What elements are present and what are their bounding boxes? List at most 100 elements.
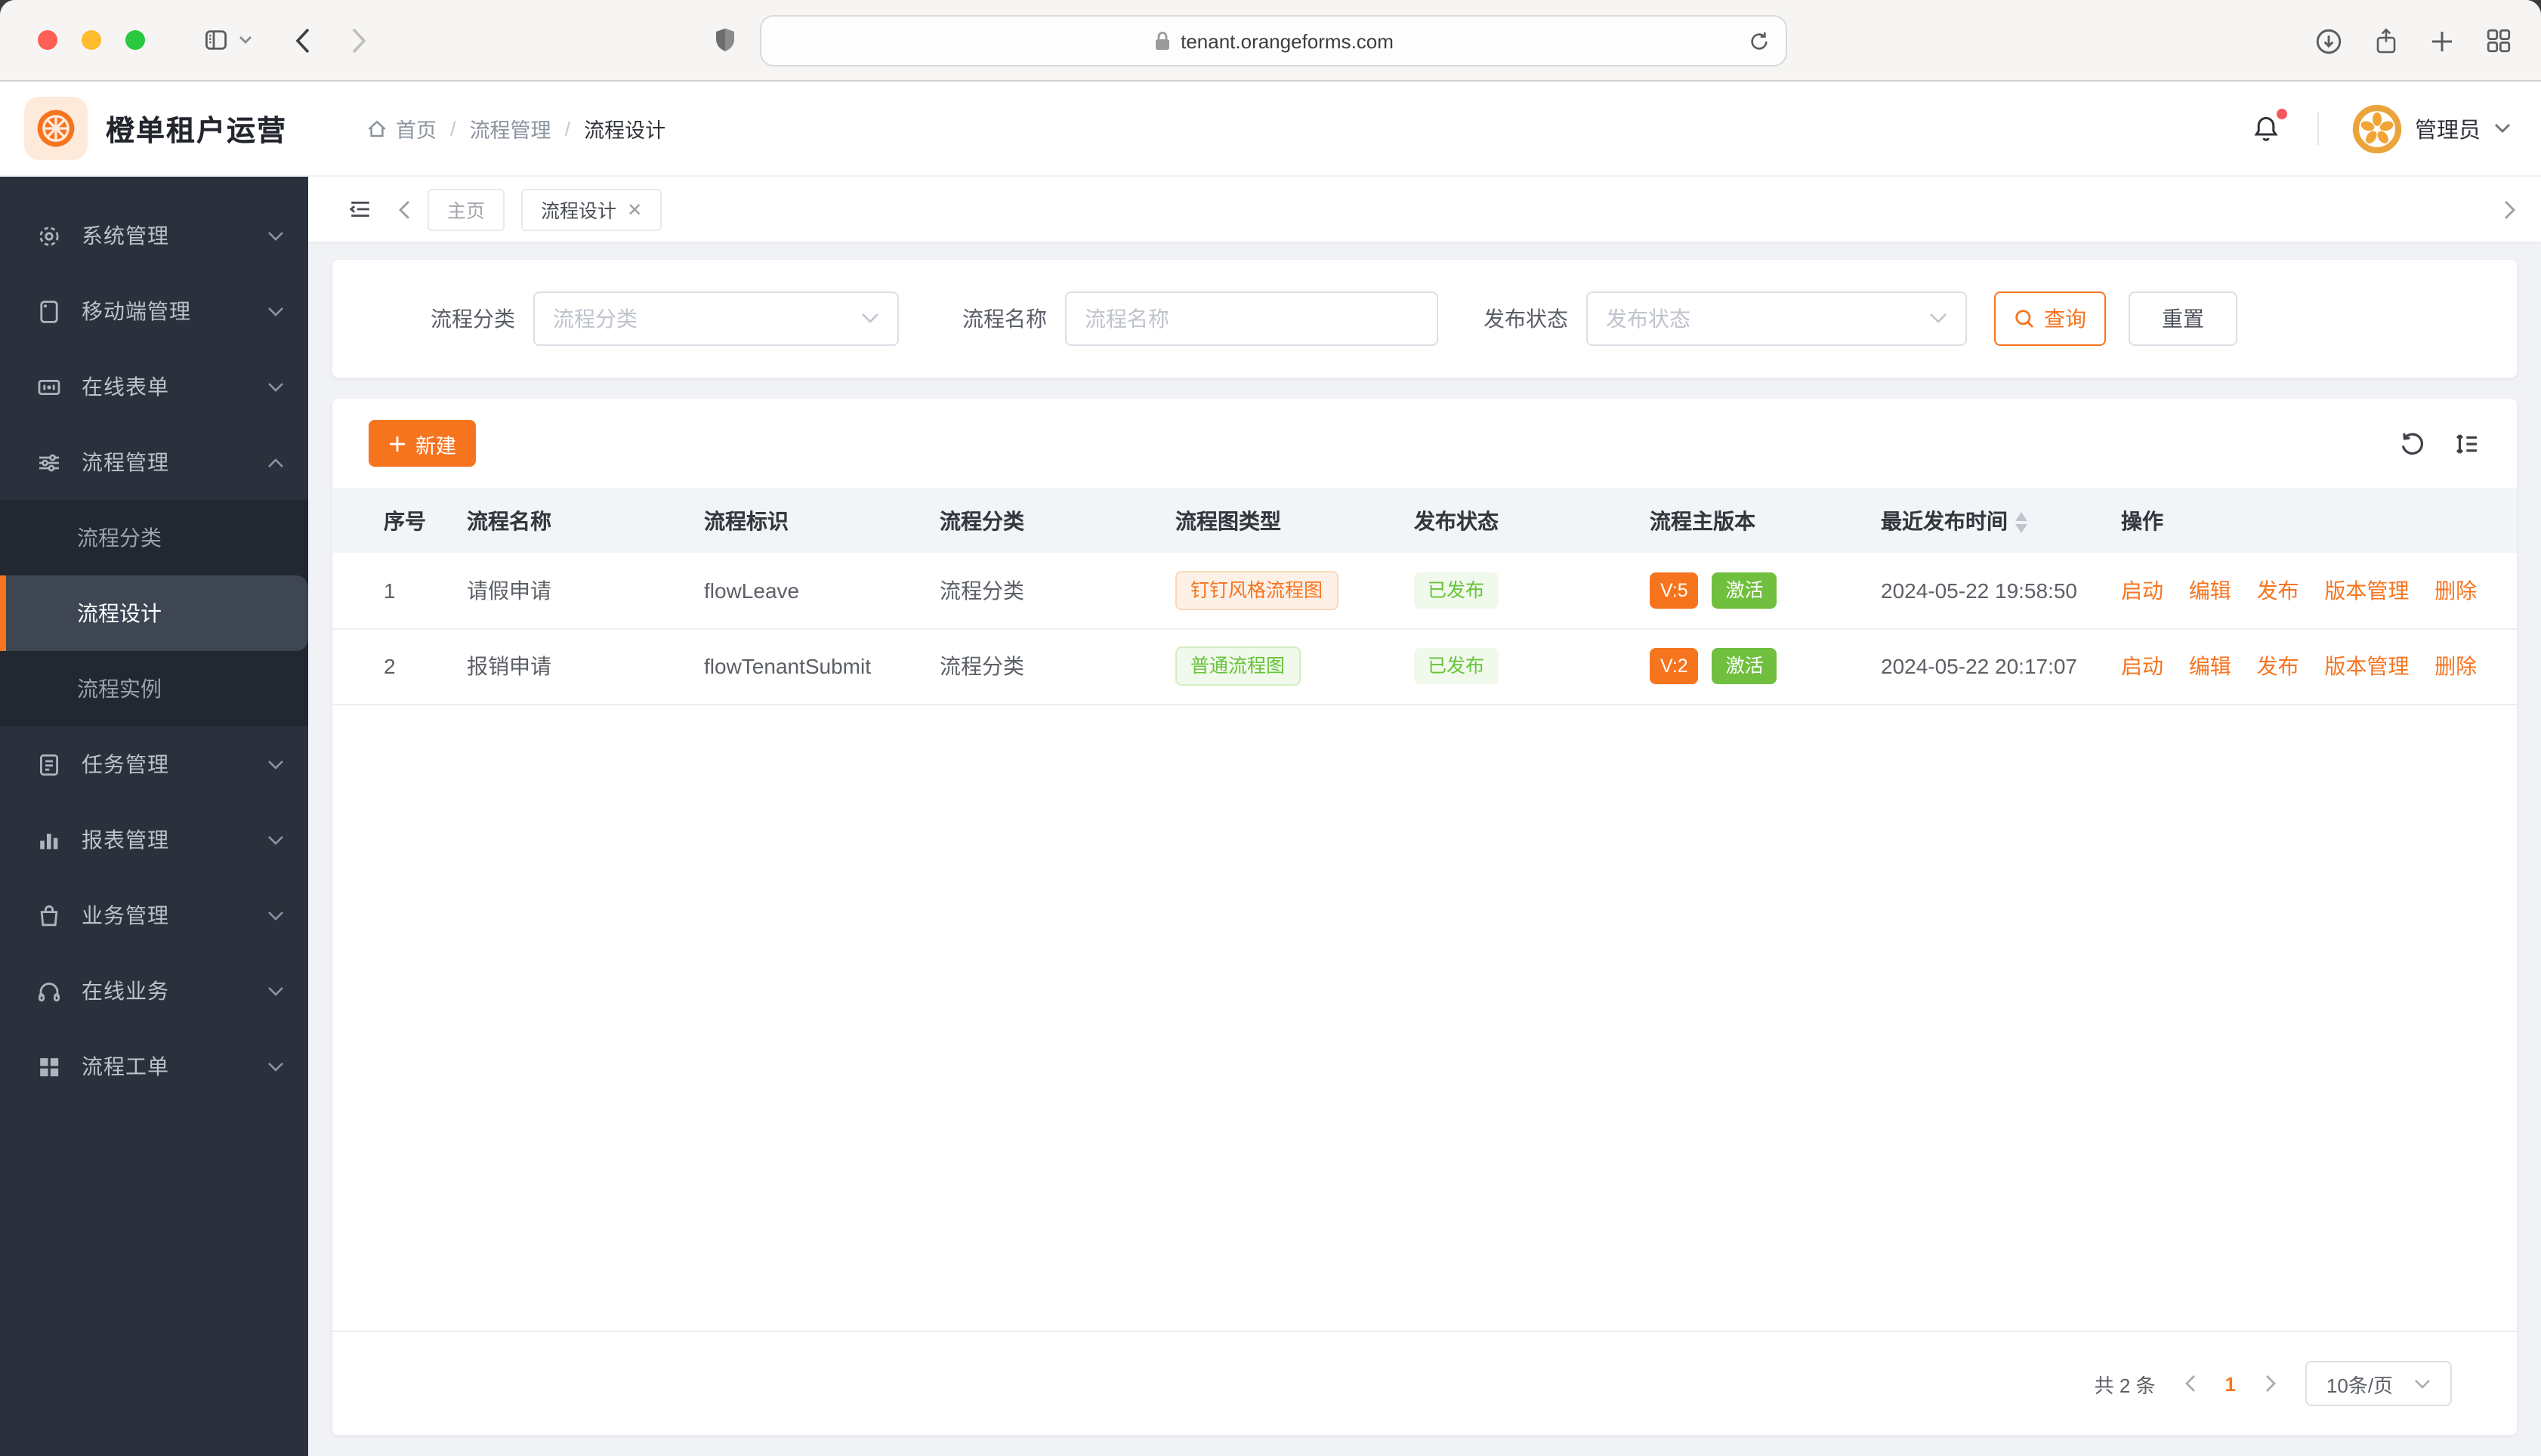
filter-name-input[interactable] [1065,292,1438,346]
table-panel: 新建 序号 流程名称 流程标识 流程分类 流程图类型 发布状态 流程主版本 最近… [332,399,2517,1435]
sidebar-item-flow-instance[interactable]: 流程实例 [0,651,308,726]
privacy-shield-icon[interactable] [715,26,736,54]
action-start-link[interactable]: 启动 [2121,654,2163,678]
tasks-icon [36,751,62,777]
reset-button[interactable]: 重置 [2129,292,2237,346]
chevron-down-icon [267,381,284,392]
sidebar-item-online-business[interactable]: 在线业务 [0,953,308,1029]
sidebar-submenu-flow: 流程分类 流程设计 流程实例 [0,500,308,726]
sidebar-item-label: 流程工单 [82,1054,169,1078]
sidebar-item-flow-mgmt[interactable]: 流程管理 [0,424,308,500]
prev-page-icon[interactable] [2184,1374,2197,1393]
table-header-row: 序号 流程名称 流程标识 流程分类 流程图类型 发布状态 流程主版本 最近发布时… [332,488,2517,553]
action-edit-link[interactable]: 编辑 [2189,578,2231,603]
sidebar-item-label: 系统管理 [82,224,169,248]
publish-status-tag: 已发布 [1414,647,1499,685]
column-settings-icon[interactable] [2453,430,2481,457]
sidebar-dropdown-button[interactable] [239,35,252,45]
diagram-type-tag: 钉钉风格流程图 [1175,570,1338,610]
share-icon[interactable] [2373,26,2399,55]
new-tab-icon[interactable] [2429,28,2455,54]
state-tag: 激活 [1712,647,1777,685]
action-start-link[interactable]: 启动 [2121,578,2163,603]
browser-sidebar-toggle-button[interactable] [202,27,230,53]
sidebar-item-system-mgmt[interactable]: 系统管理 [0,198,308,273]
chevron-down-icon [267,1061,284,1072]
user-name: 管理员 [2415,119,2481,143]
sidebar-item-label: 在线表单 [82,375,169,399]
cell-name: 报销申请 [415,628,653,705]
action-delete-link[interactable]: 删除 [2434,654,2477,678]
avatar [2351,103,2401,153]
breadcrumb-item-current: 流程设计 [584,119,666,142]
action-version-mgmt-link[interactable]: 版本管理 [2324,578,2409,603]
filter-panel: 流程分类 流程分类 流程名称 发布状态 发布状态 查询 重置 [332,260,2517,378]
notifications-button[interactable] [2250,108,2286,144]
col-publish-time[interactable]: 最近发布时间 [1829,488,2070,553]
bell-icon [2250,113,2280,144]
minimize-window-button[interactable] [82,30,101,50]
sidebar-item-online-forms[interactable]: 在线表单 [0,349,308,424]
action-edit-link[interactable]: 编辑 [2189,654,2231,678]
version-tag: V:2 [1650,647,1699,685]
page-tab-bar: 主页 流程设计 ✕ [308,177,2541,242]
action-publish-link[interactable]: 发布 [2257,654,2299,678]
filter-category-select[interactable]: 流程分类 [533,292,899,346]
page-size-select[interactable]: 10条/页 [2305,1361,2452,1406]
close-icon[interactable]: ✕ [627,199,642,220]
downloads-icon[interactable] [2314,26,2343,55]
table-row: 1 请假申请 flowLeave 流程分类 钉钉风格流程图 已发布 V:5 激活 … [332,553,2517,629]
sidebar-item-flow-workorder[interactable]: 流程工单 [0,1029,308,1104]
filter-status-select[interactable]: 发布状态 [1586,292,1967,346]
sliders-icon [36,449,62,475]
lock-icon [1153,30,1170,51]
maximize-window-button[interactable] [125,30,145,50]
breadcrumb-separator: / [450,117,456,140]
search-button[interactable]: 查询 [1994,292,2106,346]
browser-back-button[interactable] [295,26,311,54]
action-version-mgmt-link[interactable]: 版本管理 [2324,654,2409,678]
chevron-down-icon [861,313,879,325]
tabs-scroll-left-icon[interactable] [397,199,411,220]
filter-status-label: 发布状态 [1484,307,1568,331]
sidebar-toggle-icon [202,27,230,53]
table-toolbar: 新建 [332,399,2517,488]
tab-flow-design[interactable]: 流程设计 ✕ [521,188,662,230]
breadcrumb-home[interactable]: 首页 [366,113,437,143]
browser-toolbar: tenant.orangeforms.com [0,0,2541,82]
breadcrumb-item-flow-mgmt[interactable]: 流程管理 [470,113,551,143]
chevron-down-icon [1929,313,1947,325]
sidebar-item-mobile-mgmt[interactable]: 移动端管理 [0,273,308,349]
action-delete-link[interactable]: 删除 [2434,578,2477,603]
sidebar-item-report-mgmt[interactable]: 报表管理 [0,802,308,878]
collapse-menu-icon[interactable] [347,196,373,222]
tab-overview-icon[interactable] [2485,27,2512,54]
create-button[interactable]: 新建 [369,420,476,467]
tab-home[interactable]: 主页 [428,188,505,230]
address-bar[interactable]: tenant.orangeforms.com [760,15,1787,66]
sidebar-item-flow-design[interactable]: 流程设计 [0,575,308,651]
sidebar-item-task-mgmt[interactable]: 任务管理 [0,726,308,802]
filter-name-label: 流程名称 [962,307,1047,331]
back-icon [295,26,311,54]
sidebar-item-business-mgmt[interactable]: 业务管理 [0,878,308,953]
reload-icon[interactable] [1748,29,1771,52]
user-menu[interactable]: 管理员 [2351,103,2511,153]
headset-icon [36,978,62,1004]
publish-status-tag: 已发布 [1414,572,1499,609]
browser-forward-button[interactable] [350,26,367,54]
next-page-icon[interactable] [2265,1374,2277,1393]
refresh-icon[interactable] [2399,430,2426,457]
close-window-button[interactable] [38,30,57,50]
page-number[interactable]: 1 [2225,1372,2236,1395]
chevron-down-icon [2494,122,2511,134]
sort-icon[interactable] [2015,511,2027,533]
tabs-scroll-right-icon[interactable] [2503,199,2517,220]
sidebar-item-label: 报表管理 [82,828,169,852]
breadcrumb: 首页 / 流程管理 / 流程设计 [366,113,665,143]
cell-seq: 2 [332,628,415,705]
sidebar-item-label: 在线业务 [82,979,169,1003]
action-publish-link[interactable]: 发布 [2257,578,2299,603]
sidebar-item-flow-category[interactable]: 流程分类 [0,500,308,575]
search-button-label: 查询 [2044,307,2086,331]
